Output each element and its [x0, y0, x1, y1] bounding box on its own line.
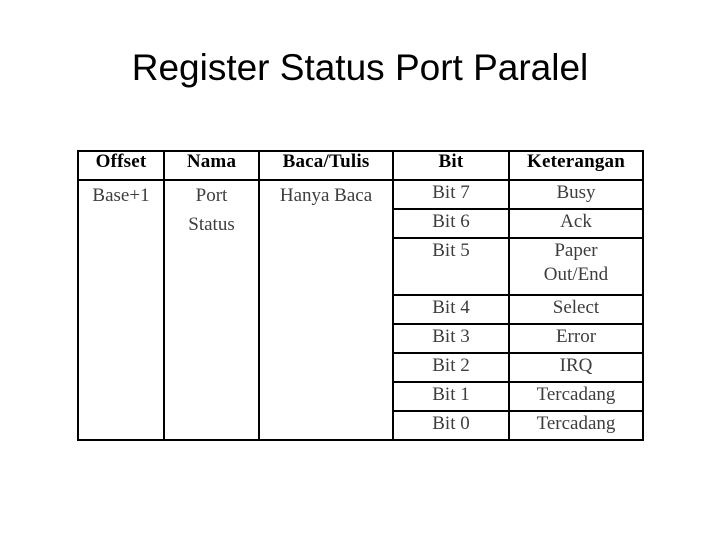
cell-keterangan-3: Error — [508, 323, 644, 354]
offset-text: Base+1 — [92, 185, 150, 206]
cell-bit-2: Bit 2 — [392, 352, 510, 383]
keterangan-5-line2: Out/End — [543, 264, 609, 285]
register-status-table-container: Offset Nama Baca/Tulis Bit Keterangan Ba… — [77, 150, 644, 458]
cell-keterangan-2: IRQ — [508, 352, 644, 383]
cell-bit-1: Bit 1 — [392, 381, 510, 412]
cell-bit-5: Bit 5 — [392, 237, 510, 296]
nama-text-line2: Status — [188, 214, 235, 235]
cell-keterangan-5: Paper Out/End — [508, 237, 644, 296]
slide-canvas: Register Status Port Paralel Offset Nama… — [0, 0, 720, 540]
table-row: Base+1 Port Status Hanya Baca Bit 7 Busy — [77, 179, 644, 441]
page-title: Register Status Port Paralel — [131, 47, 589, 88]
column-header-baca-tulis: Baca/Tulis — [258, 150, 394, 181]
cell-keterangan-6: Ack — [508, 208, 644, 239]
column-header-nama: Nama — [163, 150, 260, 181]
nama-text-line1: Port — [195, 185, 228, 206]
column-header-offset: Offset — [77, 150, 165, 181]
cell-keterangan-0: Tercadang — [508, 410, 644, 441]
register-status-table: Offset Nama Baca/Tulis Bit Keterangan Ba… — [77, 150, 644, 441]
baca-tulis-text: Hanya Baca — [279, 185, 373, 206]
column-header-bit: Bit — [392, 150, 510, 181]
cell-bit-7: Bit 7 — [392, 179, 510, 210]
table-header-row: Offset Nama Baca/Tulis Bit Keterangan — [77, 150, 644, 181]
cell-keterangan-1: Tercadang — [508, 381, 644, 412]
cell-keterangan-7: Busy — [508, 179, 644, 210]
keterangan-5-line1: Paper — [554, 240, 598, 261]
cell-baca-tulis-value: Hanya Baca — [258, 179, 394, 441]
cell-nama-value: Port Status — [163, 179, 260, 441]
cell-keterangan-4: Select — [508, 294, 644, 325]
cell-bit-0: Bit 0 — [392, 410, 510, 441]
cell-bit-6: Bit 6 — [392, 208, 510, 239]
cell-bit-3: Bit 3 — [392, 323, 510, 354]
cell-bit-4: Bit 4 — [392, 294, 510, 325]
cell-offset-value: Base+1 — [77, 179, 165, 441]
column-header-keterangan: Keterangan — [508, 150, 644, 181]
